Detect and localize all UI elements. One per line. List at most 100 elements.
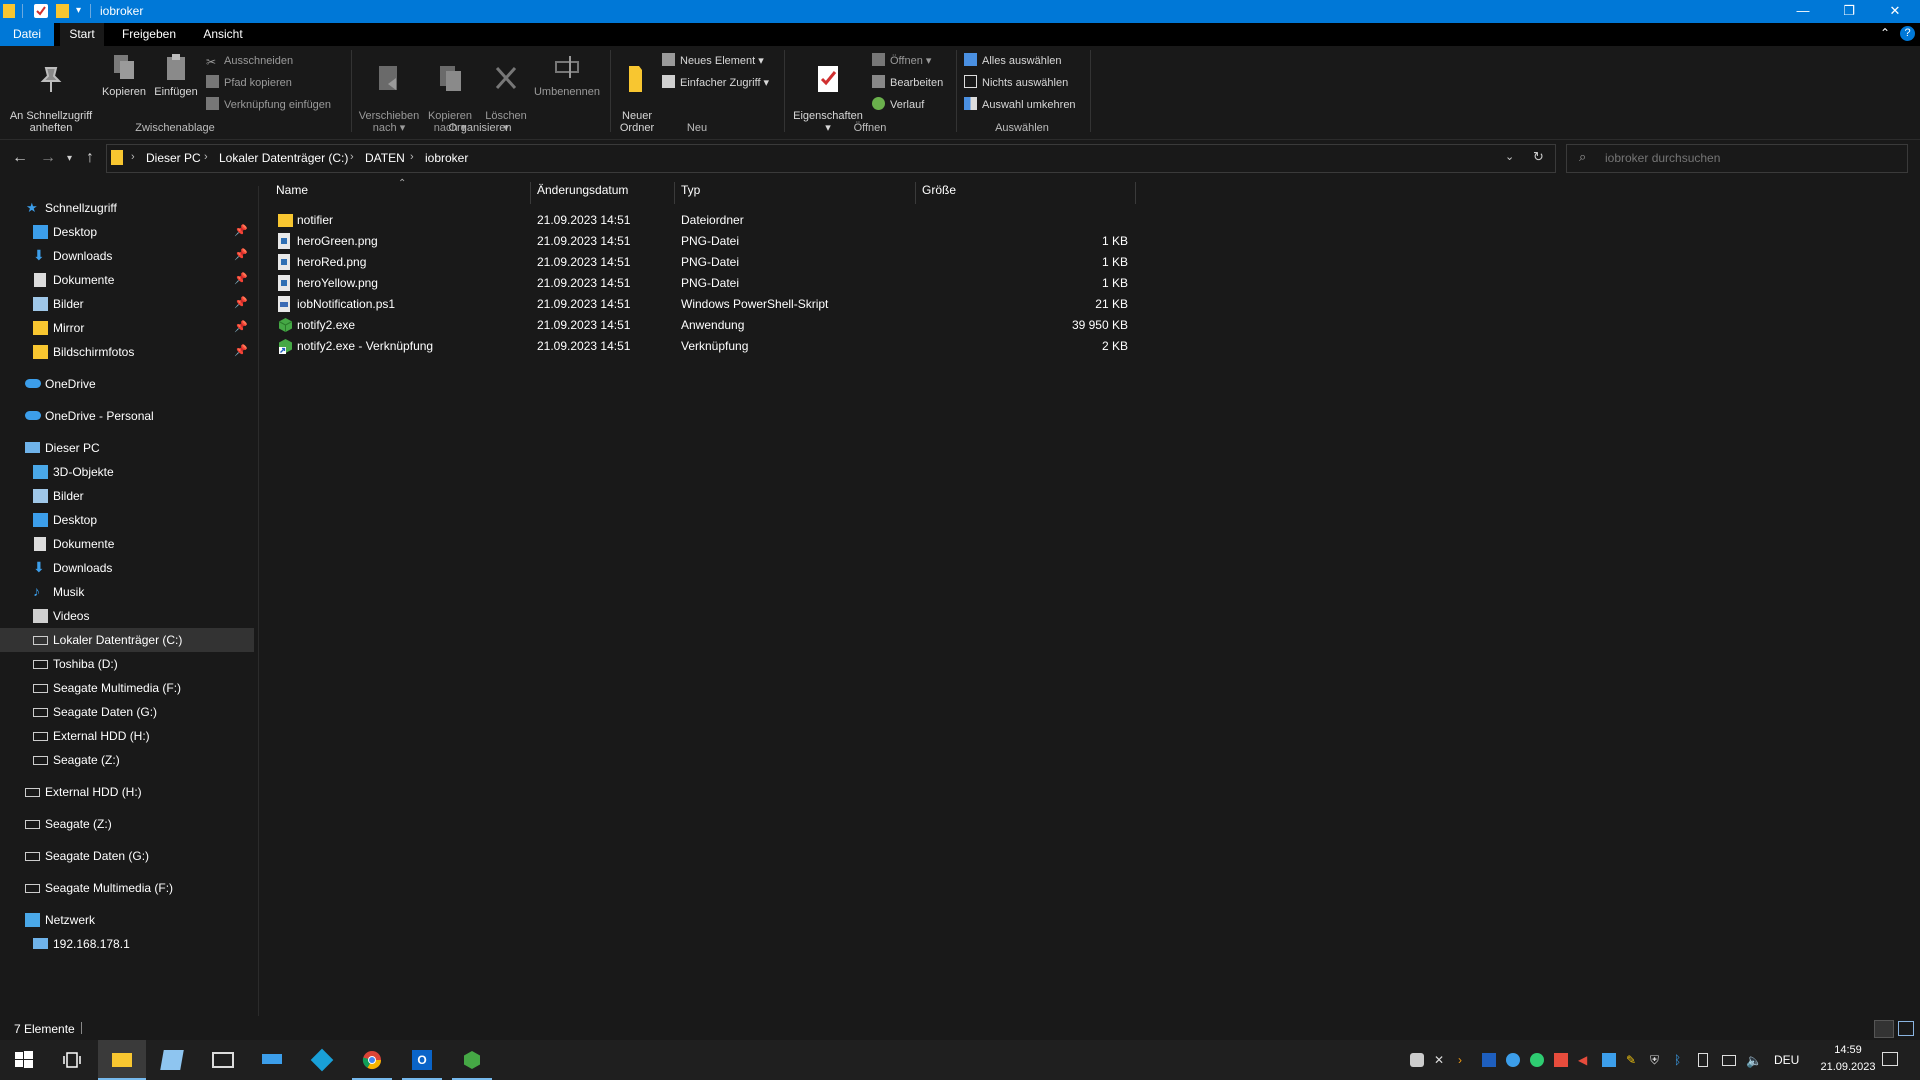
refresh-icon[interactable]: ↻ (1533, 149, 1544, 165)
nav-onedrive-personal[interactable]: OneDrive - Personal (0, 404, 254, 428)
minimize-button[interactable]: — (1780, 0, 1826, 23)
nav-pc-videos[interactable]: Videos (0, 604, 254, 628)
help-icon[interactable]: ? (1900, 26, 1915, 41)
chevron-up-icon[interactable]: ⌃ (1880, 26, 1890, 40)
start-button[interactable] (0, 1040, 48, 1080)
taskbar-notepad[interactable] (148, 1040, 196, 1080)
new-item-button[interactable]: Neues Element ▾ (662, 52, 764, 70)
details-view-icon[interactable] (1874, 1020, 1894, 1038)
easy-access-button[interactable]: Einfacher Zugriff ▾ (662, 74, 769, 92)
sync-tray-icon[interactable] (1506, 1053, 1520, 1067)
nav-pc-drive-c[interactable]: Lokaler Datenträger (C:) (0, 628, 254, 652)
column-header-type[interactable]: Typ (681, 183, 700, 197)
column-divider[interactable] (1135, 182, 1136, 204)
close-button[interactable]: ✕ (1872, 0, 1918, 23)
tab-datei[interactable]: Datei (0, 23, 54, 46)
notification-center-icon[interactable] (1882, 1052, 1898, 1066)
search-input[interactable] (1603, 150, 1897, 166)
network-icon[interactable] (1722, 1055, 1736, 1066)
nav-pc-pictures[interactable]: Bilder (0, 484, 254, 508)
search-box[interactable]: ⌕ (1566, 144, 1908, 173)
nav-pc-drive-d[interactable]: Toshiba (D:) (0, 652, 254, 676)
column-header-name[interactable]: Name (276, 183, 308, 197)
nav-network[interactable]: Netzwerk (0, 908, 254, 932)
properties-quick-icon[interactable] (34, 4, 48, 18)
clock-date[interactable]: 21.09.2023 (1808, 1061, 1888, 1073)
open-button[interactable]: Öffnen ▾ (872, 52, 931, 70)
nav-pc-desktop[interactable]: Desktop (0, 508, 254, 532)
nav-pc-drive-z[interactable]: Seagate (Z:) (0, 748, 254, 772)
new-folder-button[interactable]: Neuer Ordner (614, 52, 660, 134)
nav-drive-h[interactable]: External HDD (H:) (0, 780, 254, 804)
nav-drive-z[interactable]: Seagate (Z:) (0, 812, 254, 836)
taskbar-remote-desktop[interactable] (198, 1040, 246, 1080)
history-button[interactable]: Verlauf (872, 96, 924, 114)
nav-pc-3d-objects[interactable]: 3D-Objekte (0, 460, 254, 484)
green-tray-icon[interactable] (1530, 1053, 1544, 1067)
copy-button[interactable]: Kopieren (100, 52, 148, 98)
large-icons-view-icon[interactable] (1898, 1021, 1914, 1036)
address-history-chevron-icon[interactable]: ⌄ (1505, 150, 1514, 163)
column-divider[interactable] (674, 182, 675, 204)
discord-tray-icon[interactable] (1410, 1053, 1424, 1067)
language-indicator[interactable]: DEU (1774, 1053, 1799, 1067)
bluetooth-icon[interactable]: ᛒ (1674, 1053, 1688, 1067)
nav-pc-documents[interactable]: Dokumente (0, 532, 254, 556)
nav-pc-music[interactable]: ♪ Musik (0, 580, 254, 604)
taskbar-app-blue[interactable] (248, 1040, 296, 1080)
select-all-button[interactable]: Alles auswählen (964, 52, 1062, 70)
forward-arrow-icon[interactable]: → (40, 149, 56, 167)
breadcrumb-daten[interactable]: DATEN (365, 151, 405, 165)
taskbar-notify-app[interactable] (448, 1040, 496, 1080)
volume-icon[interactable]: 🔈 (1746, 1053, 1762, 1068)
up-arrow-icon[interactable]: ↑ (86, 149, 94, 167)
copy-path-button[interactable]: Pfad kopieren (206, 74, 292, 92)
taskbar-file-explorer[interactable] (98, 1040, 146, 1080)
breadcrumb-iobroker[interactable]: iobroker (425, 151, 468, 165)
nav-pc-drive-g[interactable]: Seagate Daten (G:) (0, 700, 254, 724)
address-bar[interactable]: › Dieser PC › Lokaler Datenträger (C:) ›… (106, 144, 1556, 173)
nav-quick-downloads[interactable]: ⬇ Downloads 📌 (0, 244, 254, 268)
select-none-button[interactable]: Nichts auswählen (964, 74, 1068, 92)
column-header-date[interactable]: Änderungsdatum (537, 183, 628, 197)
taskbar-chrome[interactable] (348, 1040, 396, 1080)
file-row[interactable]: heroRed.png 21.09.2023 14:51 PNG-Datei 1… (272, 252, 1134, 273)
invert-selection-button[interactable]: Auswahl umkehren (964, 96, 1076, 114)
file-row[interactable]: notify2.exe - Verknüpfung 21.09.2023 14:… (272, 336, 1134, 357)
column-header-size[interactable]: Größe (922, 183, 956, 197)
nav-quick-mirror[interactable]: Mirror 📌 (0, 316, 254, 340)
nav-drive-g[interactable]: Seagate Daten (G:) (0, 844, 254, 868)
audio-app-tray-icon[interactable]: ◀ (1578, 1053, 1592, 1067)
nav-drive-f[interactable]: Seagate Multimedia (F:) (0, 876, 254, 900)
file-row[interactable]: notifier 21.09.2023 14:51 Dateiordner (272, 210, 1134, 231)
tab-start[interactable]: Start (60, 23, 104, 46)
blue-tray-icon[interactable] (1602, 1053, 1616, 1067)
network-tool-tray-icon[interactable]: ✕ (1434, 1053, 1448, 1067)
column-divider[interactable] (530, 182, 531, 204)
nav-quick-access[interactable]: ★ Schnellzugriff (0, 196, 254, 220)
edit-button[interactable]: Bearbeiten (872, 74, 943, 92)
file-row[interactable]: heroGreen.png 21.09.2023 14:51 PNG-Datei… (272, 231, 1134, 252)
red-tray-icon[interactable] (1554, 1053, 1568, 1067)
chevron-down-icon[interactable]: ▾ (76, 4, 90, 18)
file-row[interactable]: heroYellow.png 21.09.2023 14:51 PNG-Date… (272, 273, 1134, 294)
pin-quick-access-button[interactable]: An Schnellzugriff anheften (4, 52, 98, 134)
nav-this-pc[interactable]: Dieser PC (0, 436, 254, 460)
breadcrumb-drive-c[interactable]: Lokaler Datenträger (C:) (219, 151, 348, 165)
nav-quick-desktop[interactable]: Desktop 📌 (0, 220, 254, 244)
shield-icon[interactable]: ⛨ (1650, 1053, 1664, 1067)
task-view-button[interactable] (48, 1040, 96, 1080)
usb-icon[interactable] (1698, 1053, 1708, 1067)
info-tray-icon[interactable] (1482, 1053, 1496, 1067)
back-arrow-icon[interactable]: ← (12, 149, 28, 167)
chevron-right-tray-icon[interactable]: › (1458, 1053, 1472, 1067)
nav-quick-pictures[interactable]: Bilder 📌 (0, 292, 254, 316)
tab-freigeben[interactable]: Freigeben (114, 23, 184, 46)
taskbar-kodi[interactable] (298, 1040, 346, 1080)
column-divider[interactable] (915, 182, 916, 204)
nav-pc-drive-h[interactable]: External HDD (H:) (0, 724, 254, 748)
nav-quick-screenshots[interactable]: Bildschirmfotos 📌 (0, 340, 254, 364)
yellow-tray-icon[interactable]: ✎ (1626, 1053, 1640, 1067)
nav-quick-documents[interactable]: Dokumente 📌 (0, 268, 254, 292)
nav-onedrive[interactable]: OneDrive (0, 372, 254, 396)
